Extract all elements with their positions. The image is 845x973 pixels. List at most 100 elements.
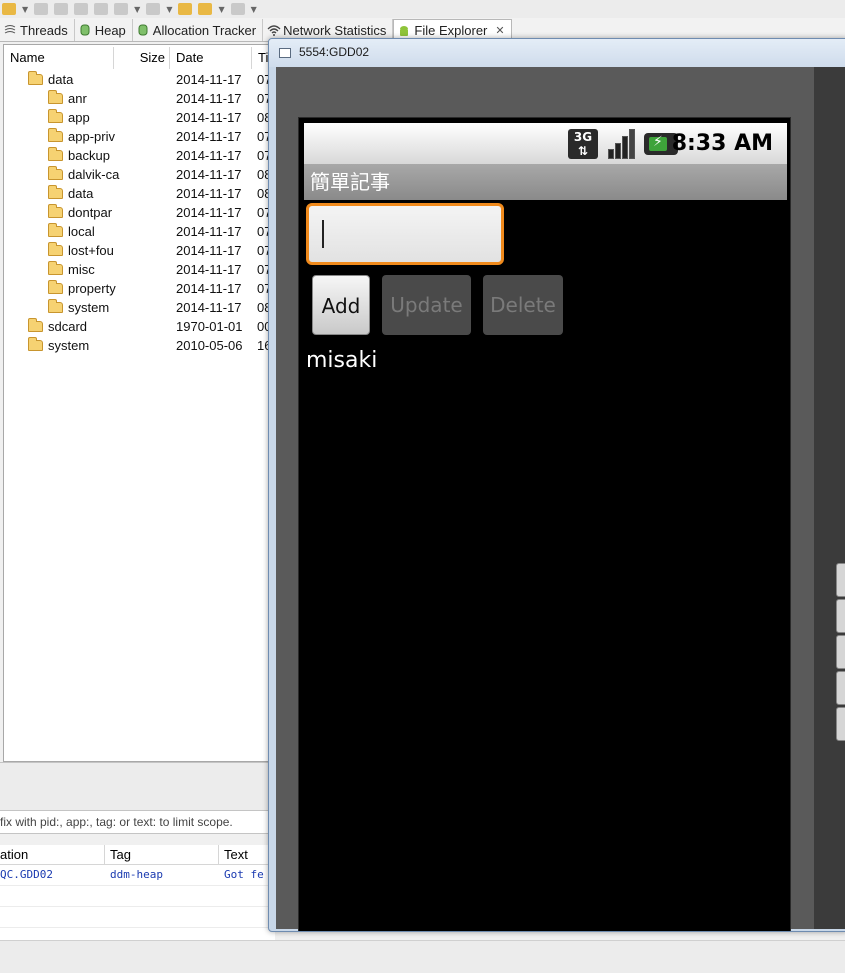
forward-arrow-icon[interactable] [230,3,245,15]
threads-icon [4,24,16,36]
column-header-application[interactable]: ation [0,845,105,865]
network-type-label: 3G [573,130,593,144]
hierarchy-icon[interactable] [114,3,129,15]
file-tree-row[interactable]: data 2014-11-17 08 [4,184,270,203]
file-tree-row[interactable]: data 2014-11-17 07 [4,70,270,89]
file-name: app [68,110,90,125]
file-tree-row[interactable]: lost+fou 2014-11-17 07 [4,241,270,260]
file-tree-row[interactable]: anr 2014-11-17 07 [4,89,270,108]
text-caret [322,220,324,248]
file-tree-row[interactable]: sdcard 1970-01-01 00 [4,317,270,336]
folder-icon [48,90,63,104]
note-input-field[interactable] [306,203,504,265]
file-name: anr [68,91,87,106]
allocation-cylinder-icon [137,24,149,36]
file-date: 2014-11-17 [176,262,242,277]
pencil-icon[interactable] [54,3,69,15]
file-tree-row[interactable]: dalvik-ca 2014-11-17 08 [4,165,270,184]
emulator-control-button[interactable] [836,599,845,633]
emulator-control-button[interactable] [836,671,845,705]
folder-icon [28,337,43,351]
file-name: data [48,72,74,87]
emulator-control-button[interactable] [836,563,845,597]
file-name: local [68,224,95,239]
file-name: misc [68,262,95,277]
column-header-tag[interactable]: Tag [105,845,219,865]
column-header-date[interactable]: Date [170,47,252,69]
clock: 8:33 AM [671,131,773,156]
file-date: 2014-11-17 [176,224,242,239]
tab-allocation-tracker[interactable]: Allocation Tracker [133,19,264,41]
table-row[interactable]: QC.GDD02 ddm-heap Got fe [0,865,275,886]
delete-button[interactable]: Delete [483,275,563,335]
file-tree-row[interactable]: system 2014-11-17 08 [4,298,270,317]
tab-threads[interactable]: Threads [0,19,75,41]
chevron-down-icon[interactable]: ▼ [166,5,172,14]
folder-icon [48,299,63,313]
folder-icon [48,223,63,237]
android-status-bar: 3G ⇅ ⚡ 8:33 AM [304,123,787,164]
folder-icon [28,71,43,85]
file-date: 2014-11-17 [176,148,242,163]
chevron-down-icon[interactable]: ▼ [134,5,140,14]
file-tree-row[interactable]: app 2014-11-17 08 [4,108,270,127]
emulator-control-button[interactable] [836,707,845,741]
folder-icon [48,204,63,218]
close-icon[interactable]: ✕ [495,24,504,37]
eclipse-toolbar: ▼ ▼ ▼ ▼ ▼ [0,0,845,18]
filter-icon[interactable] [94,3,109,15]
file-name: system [48,338,90,353]
file-tree-row[interactable]: dontpar 2014-11-17 07 [4,203,270,222]
file-tree-row[interactable]: app-priv 2014-11-17 07 [4,127,270,146]
log-application: QC.GDD02 [0,868,53,881]
log-tag: ddm-heap [110,868,163,881]
back-arrow-icon[interactable] [178,3,193,15]
chevron-down-icon[interactable]: ▼ [218,5,224,14]
tab-label: Heap [94,22,126,38]
device-screen[interactable]: 3G ⇅ ⚡ 8:33 AM 簡單記事 Add Update Delete mis… [298,117,791,931]
gear-icon[interactable] [74,3,89,15]
folder-icon [48,242,63,256]
file-name: dalvik-ca [68,167,120,182]
file-date: 2014-11-17 [176,281,242,296]
column-header-name[interactable]: Name [4,47,114,69]
tab-heap[interactable]: Heap [75,19,133,41]
file-date: 2014-11-17 [176,205,242,220]
add-button[interactable]: Add [312,275,370,335]
file-tree-row[interactable]: local 2014-11-17 07 [4,222,270,241]
file-tree-row[interactable]: system 2010-05-06 16 [4,336,270,355]
emulator-side-panel [814,67,845,929]
undo-icon[interactable] [198,3,213,15]
emulator-control-button[interactable] [836,635,845,669]
file-tree-row[interactable]: misc 2014-11-17 07 [4,260,270,279]
debug-icon[interactable] [34,3,49,15]
logcat-table: QC.GDD02 ddm-heap Got fe [0,865,275,940]
folder-icon [48,166,63,180]
logcat-filter-input[interactable]: fix with pid:, app:, tag: or text: to li… [0,810,275,834]
upload-icon[interactable] [146,3,161,15]
note-list-item[interactable]: misaki [306,348,377,373]
emulator-title-bar[interactable]: 5554:GDD02 [269,39,845,67]
chevron-down-icon[interactable]: ▼ [251,5,257,14]
folder-icon [28,318,43,332]
folder-icon [48,109,63,123]
file-tree-row[interactable]: property 2014-11-17 07 [4,279,270,298]
file-date: 2014-11-17 [176,72,242,87]
note-text-input[interactable] [329,218,489,248]
update-button[interactable]: Update [382,275,471,335]
folder-icon [48,280,63,294]
file-date: 2014-11-17 [176,167,242,182]
log-text: Got fe [224,868,264,881]
file-date: 2014-11-17 [176,129,242,144]
app-title-bar: 簡單記事 [304,164,787,200]
emulator-window[interactable]: 5554:GDD02 3G⇅ ⚡ 8:33 AM 簡單記事 Add Updat [268,38,845,932]
wrench-icon[interactable] [2,3,16,15]
chevron-down-icon[interactable]: ▼ [22,5,28,14]
column-header-size[interactable]: Size [114,47,170,69]
heap-cylinder-icon [79,24,91,36]
tab-label: Allocation Tracker [152,22,257,38]
folder-icon [48,128,63,142]
logcat-table-header: ation Tag Text [0,845,275,865]
file-tree-row[interactable]: backup 2014-11-17 07 [4,146,270,165]
file-name: system [68,300,110,315]
